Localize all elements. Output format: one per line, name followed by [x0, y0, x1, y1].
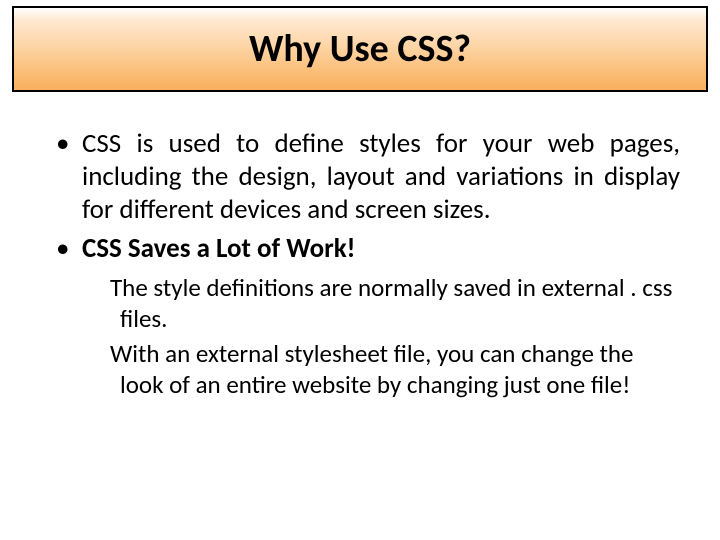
title-box: Why Use CSS?: [12, 6, 708, 92]
bullet-list: CSS is used to define styles for your we…: [52, 128, 680, 266]
sub-text: With an external stylesheet file, you ca…: [110, 338, 680, 400]
slide-title: Why Use CSS?: [249, 26, 471, 72]
sub-text: The style definitions are normally saved…: [110, 272, 680, 334]
slide: Why Use CSS? CSS is used to define style…: [0, 0, 720, 540]
bullet-text: CSS Saves a Lot of Work!: [82, 232, 355, 265]
bullet-text: CSS is used to define styles for your we…: [82, 127, 680, 226]
bullet-item: CSS is used to define styles for your we…: [52, 128, 680, 227]
content-area: CSS is used to define styles for your we…: [8, 92, 712, 400]
sub-list: The style definitions are normally saved…: [52, 272, 680, 400]
bullet-item: CSS Saves a Lot of Work!: [52, 233, 680, 266]
